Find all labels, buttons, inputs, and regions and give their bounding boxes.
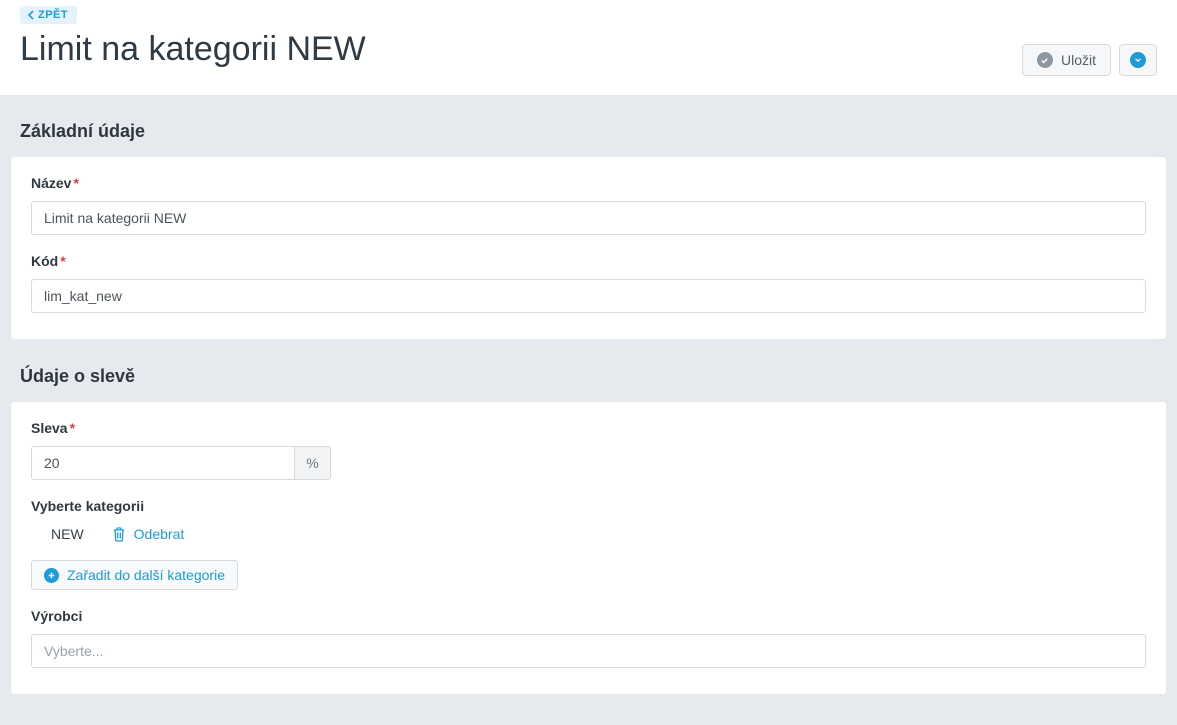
page-header: ZPĚT Limit na kategorii NEW Uložit [0,0,1177,95]
remove-category-button[interactable]: Odebrat [112,526,185,542]
manufacturers-placeholder: Vyberte... [44,643,103,659]
chevron-down-icon [1130,52,1146,68]
save-dropdown-button[interactable] [1119,44,1157,76]
remove-label: Odebrat [134,526,185,542]
required-marker: * [60,253,65,269]
manufacturers-label: Výrobci [31,608,1146,624]
back-button[interactable]: ZPĚT [20,6,77,24]
page-title: Limit na kategorii NEW [20,30,1157,69]
add-category-button[interactable]: Zařadit do další kategorie [31,560,238,590]
category-row: NEW Odebrat [31,524,1146,546]
manufacturers-select[interactable]: Vyberte... [31,634,1146,668]
panel-basic: Název* Kód* [10,156,1167,340]
discount-label: Sleva* [31,420,1146,436]
save-button[interactable]: Uložit [1022,44,1111,76]
required-marker: * [70,420,75,436]
discount-label-text: Sleva [31,420,68,436]
name-input[interactable] [31,201,1146,235]
required-marker: * [73,175,78,191]
code-label-text: Kód [31,253,58,269]
trash-icon [112,526,126,542]
check-circle-icon [1037,52,1053,68]
panel-discount: Sleva* % Vyberte kategorii NEW Odebrat [10,401,1167,695]
category-name: NEW [51,526,84,542]
save-label: Uložit [1061,52,1096,68]
section-title-discount: Údaje o slevě [20,366,1157,387]
name-label-text: Název [31,175,71,191]
chevron-left-icon [27,10,34,20]
section-title-basic: Základní údaje [20,121,1157,142]
plus-circle-icon [44,568,59,583]
category-label: Vyberte kategorii [31,498,1146,514]
add-category-label: Zařadit do další kategorie [67,567,225,583]
code-label: Kód* [31,253,1146,269]
name-label: Název* [31,175,1146,191]
code-input[interactable] [31,279,1146,313]
discount-input[interactable] [31,446,295,480]
discount-unit: % [295,446,331,480]
back-label: ZPĚT [38,9,68,21]
